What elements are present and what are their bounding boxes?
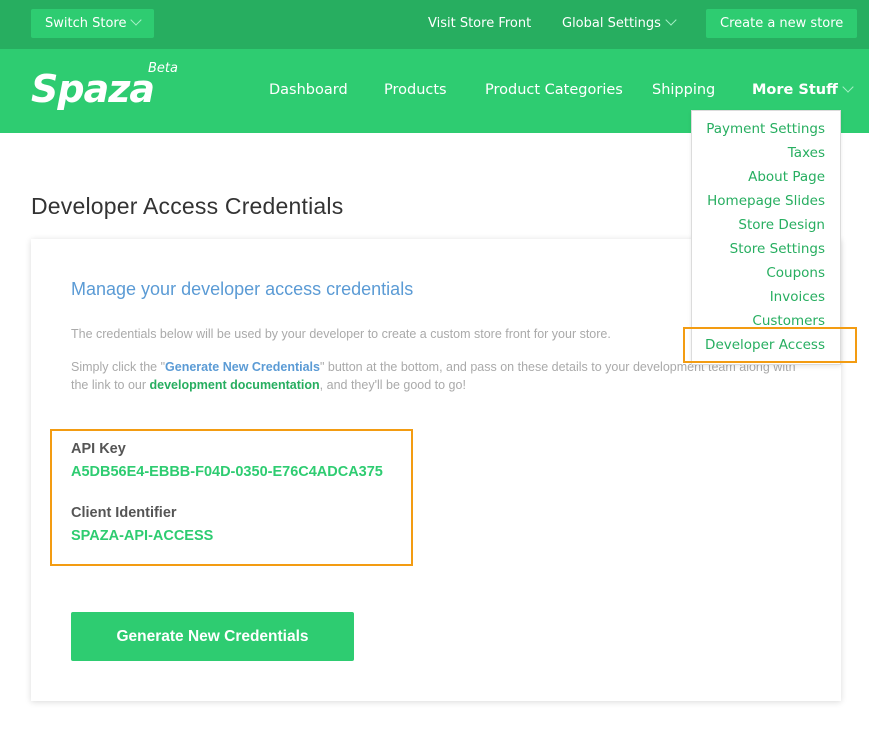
menu-item-store-design[interactable]: Store Design bbox=[738, 215, 825, 235]
development-docs-link[interactable]: development documentation bbox=[150, 378, 320, 392]
beta-badge: Beta bbox=[148, 61, 178, 76]
card-heading: Manage your developer access credentials bbox=[71, 279, 414, 299]
switch-store-button[interactable]: Switch Store bbox=[31, 9, 155, 38]
client-id-value: SPAZA-API-ACCESS bbox=[71, 528, 214, 544]
chevron-down-icon bbox=[842, 81, 854, 93]
global-settings-label: Global Settings bbox=[562, 16, 661, 31]
nav-dashboard[interactable]: Dashboard bbox=[269, 79, 348, 101]
menu-item-about-page[interactable]: About Page bbox=[748, 167, 825, 187]
nav-more-stuff[interactable]: More Stuff bbox=[752, 79, 854, 101]
api-key-label: API Key bbox=[71, 441, 126, 457]
generate-credentials-button[interactable]: Generate New Credentials bbox=[71, 612, 354, 661]
api-key-value: A5DB56E4-EBBB-F04D-0350-E76C4ADCA375 bbox=[71, 464, 383, 480]
create-store-button[interactable]: Create a new store bbox=[706, 9, 858, 38]
instructions-prefix: Simply click the " bbox=[71, 360, 166, 374]
client-id-label: Client Identifier bbox=[71, 505, 177, 521]
nav-products[interactable]: Products bbox=[384, 79, 447, 101]
top-utility-bar: Switch Store Visit Store Front Global Se… bbox=[0, 0, 869, 49]
card-intro: The credentials below will be used by yo… bbox=[71, 327, 611, 341]
menu-item-homepage-slides[interactable]: Homepage Slides bbox=[707, 191, 825, 211]
instructions-suffix: , and they'll be good to go! bbox=[319, 378, 466, 392]
instructions-button-ref: Generate New Credentials bbox=[165, 360, 320, 374]
nav-product-categories[interactable]: Product Categories bbox=[485, 79, 623, 101]
menu-item-taxes[interactable]: Taxes bbox=[788, 143, 825, 163]
chevron-down-icon bbox=[130, 14, 143, 26]
chevron-down-icon bbox=[665, 14, 677, 26]
nav-shipping[interactable]: Shipping bbox=[652, 79, 715, 101]
menu-item-invoices[interactable]: Invoices bbox=[770, 287, 825, 307]
developer-access-highlight bbox=[683, 327, 857, 363]
page-title: Developer Access Credentials bbox=[31, 193, 344, 219]
menu-item-payment-settings[interactable]: Payment Settings bbox=[706, 119, 825, 139]
menu-item-store-settings[interactable]: Store Settings bbox=[730, 239, 825, 259]
global-settings-menu[interactable]: Global Settings bbox=[562, 9, 677, 38]
menu-item-coupons[interactable]: Coupons bbox=[766, 263, 825, 283]
visit-store-front-link[interactable]: Visit Store Front bbox=[428, 9, 531, 38]
nav-more-stuff-label: More Stuff bbox=[752, 82, 838, 98]
switch-store-label: Switch Store bbox=[45, 16, 127, 31]
spaza-logo[interactable]: Spaza bbox=[31, 66, 155, 112]
